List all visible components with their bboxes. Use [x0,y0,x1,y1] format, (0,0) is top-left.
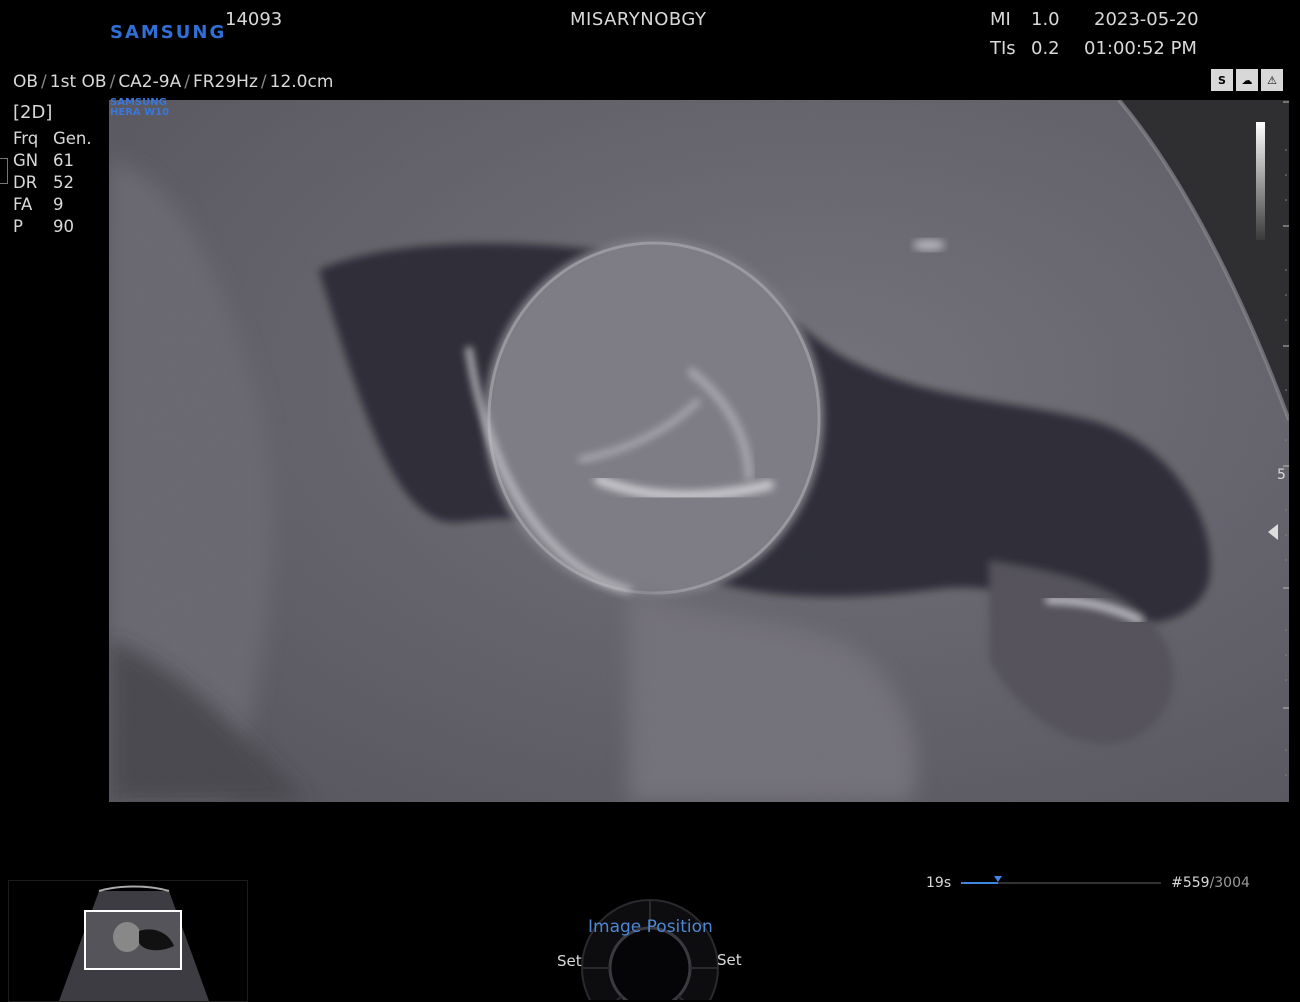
depth-marker: 5 [1277,467,1286,483]
param-value: 9 [53,195,64,214]
set-left-button[interactable]: Set [557,952,582,970]
param-row: GN 61 [13,150,92,172]
imaging-mode: [2D] [13,102,53,123]
preset-frame-rate: FR29Hz [192,72,258,92]
system-logo: SAMSUNG HERA W10 [110,98,169,118]
param-key: P [13,217,23,236]
frame-total: /3004 [1209,875,1250,891]
image-position-knob[interactable] [580,893,720,1000]
side-indicator [0,158,8,184]
tis-label: TIs [990,38,1016,59]
param-row: FA 9 [13,194,92,216]
param-value: 52 [53,173,74,192]
param-value: Gen. [53,129,92,148]
fetus-icon[interactable]: ☁ [1236,69,1258,91]
preset-depth: 12.0cm [269,72,334,92]
preset-line: OB/1st OB / CA2-9A / FR29Hz/12.0cm [13,72,334,92]
param-key: FA [13,195,33,214]
system-logo-line2: HERA W10 [110,107,170,118]
patient-id: 14093 [225,9,283,30]
preset-probe: CA2-9A [118,72,182,92]
preset-application: OB [13,72,39,92]
brand-logo: SAMSUNG [110,22,227,43]
param-key: Frq [13,129,39,148]
param-row: DR 52 [13,172,92,194]
cine-progress [961,882,999,884]
preset-exam: 1st OB [49,72,107,92]
institution-name: MISARYNOBGY [570,9,707,30]
parameter-list: Frq Gen. GN 61 DR 52 FA 9 P 90 [13,128,92,238]
warning-icon[interactable]: ⚠ [1261,69,1283,91]
param-key: DR [13,173,38,192]
cine-handle[interactable] [994,876,1003,882]
set-right-button[interactable]: Set [717,951,742,969]
s-har-icon[interactable]: S [1211,69,1233,91]
cine-bar[interactable]: 19s #559/3004 [926,875,1250,891]
param-row: Frq Gen. [13,128,92,150]
gray-scale-bar [1256,122,1265,240]
param-value: 61 [53,151,74,170]
mi-label: MI [990,9,1011,30]
mi-value: 1.0 [1031,9,1060,30]
image-thumbnail[interactable] [8,880,248,1002]
knob-title: Image Position [588,917,713,937]
focus-marker-icon[interactable] [1268,524,1278,540]
cine-track[interactable] [961,876,1162,884]
exam-time: 01:00:52 PM [1084,38,1197,59]
cine-time: 19s [926,875,952,891]
param-row: P 90 [13,216,92,238]
exam-date: 2023-05-20 [1094,9,1199,30]
depth-scale [1283,101,1289,776]
tis-value: 0.2 [1031,38,1060,59]
ultrasound-image[interactable] [109,100,1289,802]
param-value: 90 [53,217,74,236]
frame-counter: #559/3004 [1171,875,1250,891]
param-key: GN [13,151,39,170]
status-icons: S ☁ ⚠ [1211,69,1283,91]
frame-current: #559 [1171,875,1210,891]
